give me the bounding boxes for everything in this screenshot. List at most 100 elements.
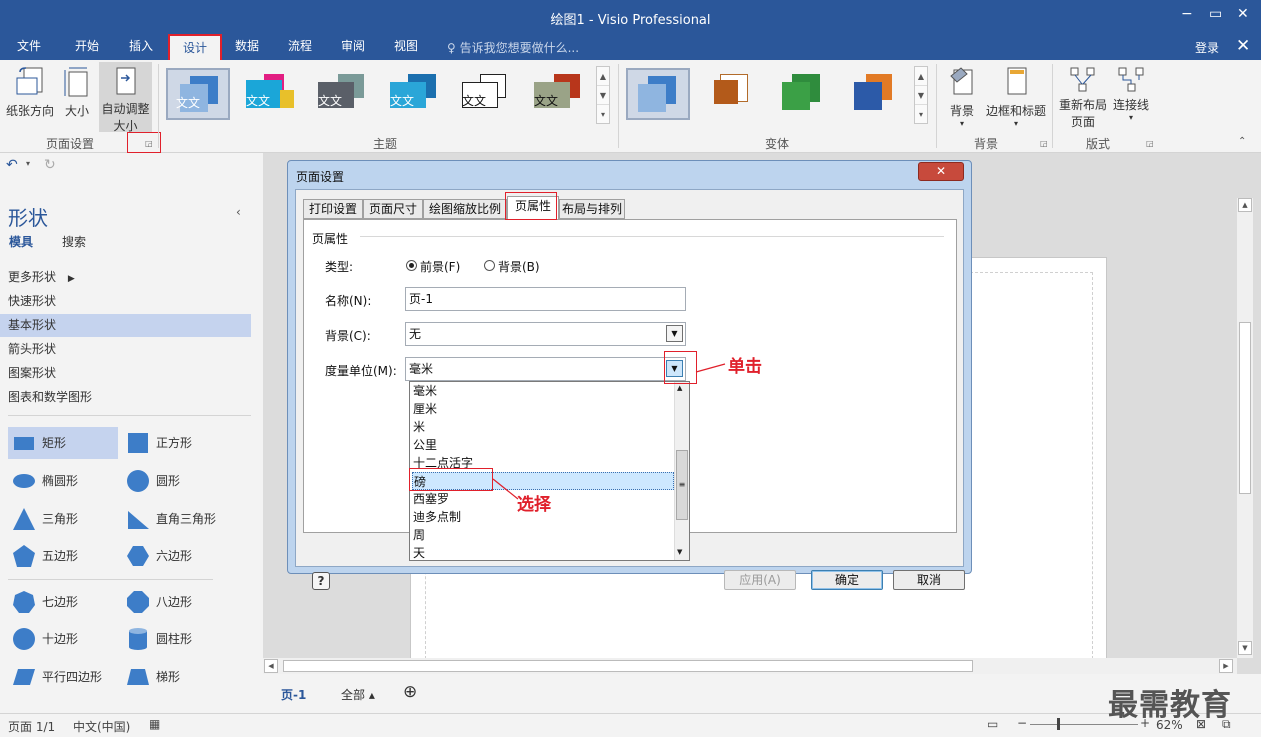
undo-icon[interactable]: ↶ xyxy=(6,157,18,173)
theme-gallery-scroll[interactable]: ▲ ▼ ▾ xyxy=(596,66,610,124)
stencil-item[interactable]: 图表和数学图形 xyxy=(0,386,251,409)
restore-icon[interactable]: ▭ xyxy=(1209,6,1222,22)
theme-thumbnail[interactable]: 文文 xyxy=(310,68,374,120)
theme-thumbnail[interactable]: 文文 xyxy=(166,68,230,120)
scroll-down-icon[interactable]: ▼ xyxy=(677,548,682,556)
tab-layout-routing[interactable]: 布局与排列 xyxy=(559,199,625,219)
stencil-item[interactable]: 箭头形状 xyxy=(0,338,251,361)
close-window-icon[interactable]: ✕ xyxy=(1237,6,1249,22)
tab-design[interactable]: 设计 xyxy=(168,34,222,60)
shape-heptagon[interactable]: 七边形 xyxy=(8,586,118,618)
gallery-expand-icon[interactable]: ▾ xyxy=(915,105,927,124)
tab-insert[interactable]: 插入 xyxy=(118,34,164,60)
unit-option[interactable]: 毫米 xyxy=(412,382,674,400)
stencil-item[interactable]: 快速形状 xyxy=(0,290,251,313)
layout-launcher-icon[interactable]: ◲ xyxy=(1146,139,1154,148)
tab-home[interactable]: 开始 xyxy=(64,34,110,60)
shape-ellipse[interactable]: 椭圆形 xyxy=(8,465,118,497)
type-background-label[interactable]: 背景(B) xyxy=(498,258,540,275)
page-indicator[interactable]: 页面 1/1 xyxy=(8,718,55,735)
all-pages-tab[interactable]: 全部 ▴ xyxy=(341,686,375,703)
help-icon[interactable]: ? xyxy=(312,572,330,590)
zoom-slider-thumb[interactable] xyxy=(1057,718,1060,730)
borders-titles-button[interactable]: 边框和标题 ▾ xyxy=(984,66,1048,128)
variant-thumbnail[interactable] xyxy=(700,68,764,120)
apply-button[interactable]: 应用(A) xyxy=(724,570,796,590)
variant-gallery-scroll[interactable]: ▲ ▼ ▾ xyxy=(914,66,928,124)
background-button[interactable]: 背景 ▾ xyxy=(944,66,980,128)
background-launcher-icon[interactable]: ◲ xyxy=(1040,139,1048,148)
shape-trapezoid[interactable]: 梯形 xyxy=(122,661,232,693)
scroll-up-icon[interactable]: ▲ xyxy=(1238,198,1252,212)
tab-file[interactable]: 文件 xyxy=(6,34,52,60)
more-shapes-item[interactable]: 更多形状 ▶ xyxy=(0,266,251,289)
language-indicator[interactable]: 中文(中国) xyxy=(73,718,130,735)
scroll-down-icon[interactable]: ▼ xyxy=(597,86,609,105)
dialog-close-icon[interactable]: ✕ xyxy=(918,162,964,181)
variant-thumbnail[interactable] xyxy=(772,68,836,120)
orientation-button[interactable]: 纸张方向 xyxy=(4,66,56,119)
tab-page-size[interactable]: 页面尺寸 xyxy=(363,199,423,219)
stencil-item[interactable]: 基本形状 xyxy=(0,314,251,337)
scroll-right-icon[interactable]: ▶ xyxy=(1219,659,1233,673)
unit-option[interactable]: 米 xyxy=(412,418,674,436)
theme-thumbnail[interactable]: 文文 xyxy=(238,68,302,120)
connectors-button[interactable]: 连接线 ▾ xyxy=(1110,66,1152,122)
shape-octagon[interactable]: 八边形 xyxy=(122,586,232,618)
shape-triangle[interactable]: 三角形 xyxy=(8,503,118,535)
theme-thumbnail[interactable]: 文文 xyxy=(382,68,446,120)
shape-parallelogram[interactable]: 平行四边形 xyxy=(8,661,118,693)
zoom-slider[interactable] xyxy=(1030,724,1138,725)
name-input[interactable]: 页-1 xyxy=(405,287,686,311)
shape-decagon[interactable]: 十边形 xyxy=(8,623,118,655)
unit-option[interactable]: 天 xyxy=(412,544,674,560)
unit-option[interactable]: 厘米 xyxy=(412,400,674,418)
shape-right-triangle[interactable]: 直角三角形 xyxy=(122,503,232,535)
scroll-up-icon[interactable]: ▲ xyxy=(677,384,682,392)
shape-cylinder[interactable]: 圆柱形 xyxy=(122,623,232,655)
tab-stencils[interactable]: 模具 xyxy=(9,233,33,250)
scroll-thumb[interactable] xyxy=(283,660,973,672)
theme-thumbnail[interactable]: 文文 xyxy=(526,68,590,120)
size-button[interactable]: 大小 xyxy=(60,66,94,119)
shape-square[interactable]: 正方形 xyxy=(122,427,232,459)
cancel-button[interactable]: 取消 xyxy=(893,570,965,590)
auto-size-button[interactable]: 自动调整 大小 xyxy=(99,62,152,133)
collapse-ribbon-icon[interactable]: ⌃ xyxy=(1238,136,1246,147)
scroll-thumb[interactable] xyxy=(1239,322,1251,494)
shape-pentagon[interactable]: 五边形 xyxy=(8,540,118,572)
redo-icon[interactable]: ↻ xyxy=(44,157,56,173)
tab-review[interactable]: 审阅 xyxy=(330,34,376,60)
list-scroll-thumb[interactable]: ≡ xyxy=(676,450,688,520)
unit-option[interactable]: 公里 xyxy=(412,436,674,454)
collapse-pane-icon[interactable]: ‹ xyxy=(236,205,241,219)
background-dropdown-icon[interactable]: ▼ xyxy=(666,325,683,342)
login-link[interactable]: 登录 xyxy=(1195,39,1219,56)
variant-thumbnail[interactable] xyxy=(626,68,690,120)
scroll-down-icon[interactable]: ▼ xyxy=(915,86,927,105)
tell-me-box[interactable]: ♀ 告诉我您想要做什么... xyxy=(447,39,579,56)
type-background-radio[interactable] xyxy=(484,260,495,271)
scroll-up-icon[interactable]: ▲ xyxy=(597,67,609,86)
undo-dropdown-icon[interactable]: ▾ xyxy=(26,159,30,168)
zoom-out-icon[interactable]: − xyxy=(1017,716,1027,730)
stencil-item[interactable]: 图案形状 xyxy=(0,362,251,385)
background-select[interactable]: 无 xyxy=(405,322,686,346)
ribbon-close-icon[interactable]: ✕ xyxy=(1236,36,1250,56)
tab-print-setup[interactable]: 打印设置 xyxy=(303,199,363,219)
tab-process[interactable]: 流程 xyxy=(277,34,323,60)
presentation-mode-icon[interactable]: ▭ xyxy=(987,717,998,731)
scroll-left-icon[interactable]: ◀ xyxy=(264,659,278,673)
shape-rectangle[interactable]: 矩形 xyxy=(8,427,118,459)
scroll-down-icon[interactable]: ▼ xyxy=(1238,641,1252,655)
shape-circle[interactable]: 圆形 xyxy=(122,465,232,497)
minimize-icon[interactable]: − xyxy=(1181,6,1193,22)
page-setup-launcher-icon[interactable]: ◲ xyxy=(145,139,153,148)
tab-view[interactable]: 视图 xyxy=(383,34,429,60)
add-page-icon[interactable]: ⊕ xyxy=(403,682,417,702)
unit-option[interactable]: 周 xyxy=(412,526,674,544)
shape-hexagon[interactable]: 六边形 xyxy=(122,540,232,572)
horizontal-scrollbar[interactable]: ◀ ▶ xyxy=(263,658,1237,674)
relayout-page-button[interactable]: 重新布局 页面 xyxy=(1056,66,1110,130)
ok-button[interactable]: 确定 xyxy=(811,570,883,590)
